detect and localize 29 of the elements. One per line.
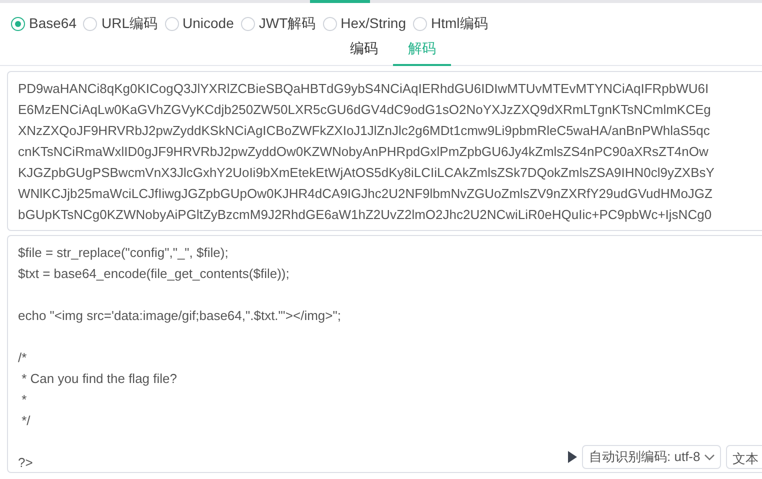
text-button[interactable]: 文本 bbox=[726, 445, 762, 469]
encoding-radio[interactable]: Unicode bbox=[164, 13, 234, 34]
encoding-radio[interactable]: Html编码 bbox=[413, 13, 488, 34]
play-icon[interactable] bbox=[568, 451, 577, 463]
code-line: ?> bbox=[18, 454, 33, 472]
code-line: $txt = base64_encode(file_get_contents($file)); bbox=[18, 265, 290, 283]
encoding-radio[interactable]: URL编码 bbox=[83, 13, 158, 34]
tab[interactable]: 编码 bbox=[335, 36, 393, 66]
text-line: E6MzENCiAqLw0KaGVhZGVyKCdjb250ZW50LXR5cGU6dGV4dC9odG1sO2NoYXJzZXQ9dXRmLTgnKTsNCmlmKCEg bbox=[18, 101, 711, 119]
code-line: * bbox=[20, 391, 27, 409]
encoding-radio[interactable]: Base64 bbox=[11, 13, 76, 34]
text-line: bGUpKTsNCg0KZWNobyAiPGltZyBzcmM9J2RhdGE6aW1hZ2UvZ2lmO2Jhc2U2NCwiLiR0eHQuIic+PC9pbWc+IjsNCg0 bbox=[18, 206, 712, 224]
code-line: $file = str_replace("config","_", $file); bbox=[18, 244, 228, 262]
tab-indicator bbox=[310, 0, 370, 3]
charset-select[interactable]: 自动识别编码: utf-8 bbox=[582, 445, 722, 469]
code-line: */ bbox=[20, 412, 30, 430]
chevron-down-icon bbox=[704, 454, 716, 460]
text-line: XNzZXQoJF9HRVRbJ2pwZyddKSkNCiAgICBoZWFkZXIoJ1JlZnJlc2g6MDt1cmw9Li9pbmRleC5waHA/anBnPWhlaS5qc bbox=[18, 122, 710, 140]
code-line: echo "<img src='data:image/gif;base64,".$txt."'></img>"; bbox=[18, 307, 341, 325]
text-line: cnKTsNCiRmaWxlID0gJF9HRVRbJ2pwZyddOw0KZWNobyAnPHRpdGxlPmZpbGU6Jy4kZmlsZS4nPC90aXRsZT4nOw bbox=[18, 143, 708, 161]
text-line: PD9waHANCi8qKg0KICogQ3JlYXRlZCBieSBQaHBTdG9ybS4NCiAqIERhdGU6IDIwMTUvMTEvMTYNCiAqIFRpbWU6I bbox=[18, 80, 709, 98]
input-field[interactable] bbox=[7, 71, 762, 231]
encoding-radio[interactable]: Hex/String bbox=[322, 13, 406, 34]
text-line: KJGZpbGUgPSBwcmVnX3JlcGxhY2UoIi9bXmEtekEtWjAtOS5dKy8iLCIiLCAkZmlsZSk7DQokZmlsZSA9IHN0cl9yZXBsY bbox=[18, 164, 714, 182]
encoding-radio[interactable]: JWT解码 bbox=[240, 13, 316, 34]
code-line: * Can you find the flag file? bbox=[20, 370, 177, 388]
output-field[interactable] bbox=[7, 235, 762, 473]
text-line: WNlKCJjb25maWciLCJfIiwgJGZpbGUpOw0KJHR4dCA9IGJhc2U2NF9lbmNvZGUoZmlsZV9nZXRfY29udGVudHMoJGZ bbox=[18, 185, 712, 203]
code-line: /* bbox=[18, 349, 27, 367]
